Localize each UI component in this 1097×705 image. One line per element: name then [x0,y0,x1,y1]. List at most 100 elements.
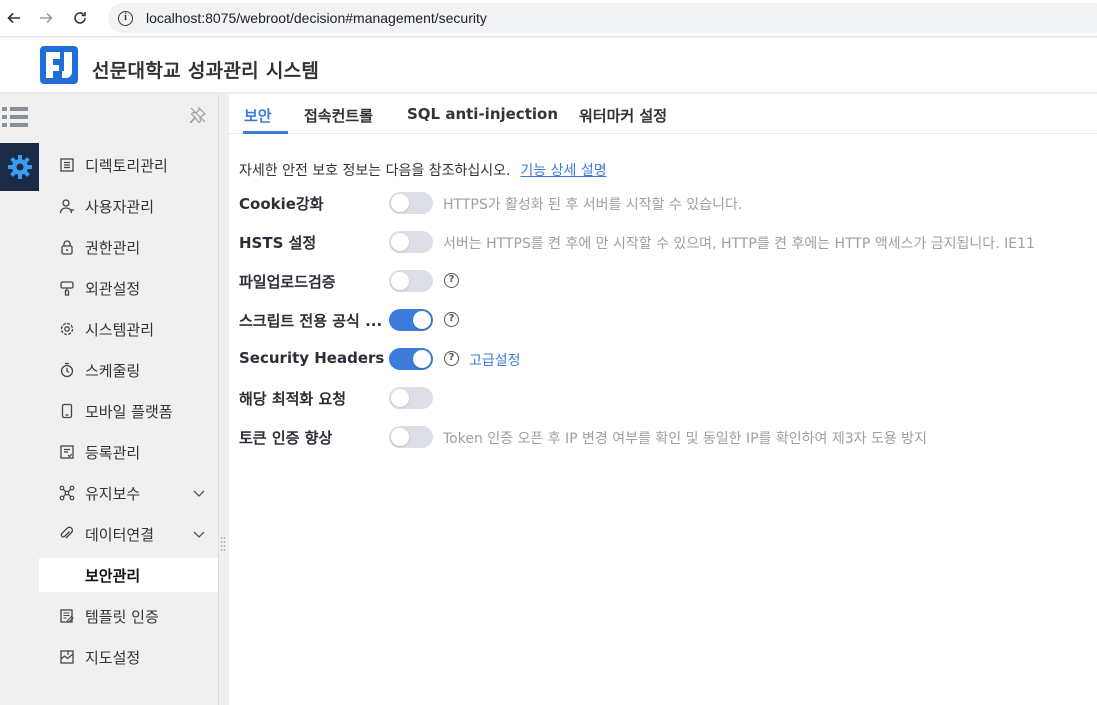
request-optimization-toggle[interactable] [389,387,433,409]
tab-watermark-settings[interactable]: 워터마커 설정 [579,105,667,126]
reload-button[interactable] [66,4,94,32]
arrow-right-icon [40,12,53,24]
mobile-icon [61,403,73,419]
sidebar-item-scheduling[interactable]: 스케줄링 [39,353,218,387]
rail-management-button[interactable] [0,143,39,191]
sidebar-item-label: 데이터연결 [85,525,155,544]
map-icon [60,650,74,664]
chevron-down-icon[interactable] [192,527,206,541]
help-icon[interactable]: ? [444,312,459,327]
resize-handle[interactable] [220,536,226,552]
sidebar-item-label: 디렉토리관리 [85,156,168,175]
tab-security[interactable]: 보안 [244,105,272,126]
sidebar-item-registration[interactable]: 등록관리 [39,435,218,469]
setting-label: 파일업로드검증 [239,273,336,291]
setting-label: Security Headers [239,349,385,367]
url-text[interactable]: localhost:8075/webroot/decision#manageme… [146,10,487,26]
setting-row-cookie: Cookie강화 HTTPS가 활성화 된 후 서버를 시작할 수 있습니다. [239,191,1097,215]
security-headers-toggle[interactable] [389,348,433,370]
pin-icon[interactable] [189,106,207,124]
app-logo-icon [40,46,78,84]
toggle-knob [391,428,409,446]
setting-hint: 서버는 HTTPS를 켠 후에 만 시작할 수 있으며, HTTP를 켠 후에는… [443,236,1035,252]
directory-icon [60,158,74,172]
sidebar-item-label: 지도설정 [85,648,141,667]
token-auth-toggle[interactable] [389,426,433,448]
setting-row-script: 스크립트 전용 공식 ... ? [239,308,1097,332]
lock-icon [61,240,73,255]
feature-details-link[interactable]: 기능 상세 설명 [520,163,606,179]
setting-label: 해당 최적화 요청 [239,390,347,408]
setting-row-file-upload: 파일업로드검증 ? [239,269,1097,293]
info-icon[interactable]: i [118,10,133,26]
setting-hint: HTTPS가 활성화 된 후 서버를 시작할 수 있습니다. [443,197,743,213]
chevron-down-icon[interactable] [192,486,206,500]
advanced-settings-link[interactable]: 고급설정 [469,350,521,370]
sidebar-item-label: 사용자관리 [85,197,155,216]
reload-icon [74,12,86,24]
sidebar-item-label: 유지보수 [85,484,141,503]
sidebar-item-mobile[interactable]: 모바일 플랫폼 [39,394,218,428]
gear-icon [60,322,74,336]
help-icon[interactable]: ? [444,351,459,366]
forward-button[interactable] [32,4,60,32]
help-icon[interactable]: ? [444,273,459,288]
gear-icon [7,155,32,179]
link-icon [60,526,74,539]
script-toggle[interactable] [389,309,433,331]
sidebar-item-directory[interactable]: 디렉토리관리 [39,148,218,182]
app-title: 선문대학교 성과관리 시스템 [92,60,320,82]
sidebar-item-label: 보안관리 [85,566,141,585]
sidebar-item-label: 외관설정 [85,279,141,298]
toggle-knob [391,389,409,407]
intro-text: 자세한 안전 보호 정보는 다음을 참조하십시오. 기능 상세 설명 [239,160,607,180]
toggle-knob [391,272,409,290]
clock-icon [60,362,74,378]
setting-row-hsts: HSTS 설정 서버는 HTTPS를 켠 후에 만 시작할 수 있으며, HTT… [239,230,1097,254]
user-icon [59,199,74,214]
setting-label: 토큰 인증 향상 [239,429,333,447]
sidebar-item-label: 권한관리 [85,238,141,257]
toggle-knob [413,350,431,368]
template-icon [60,609,74,623]
sidebar-item-permissions[interactable]: 권한관리 [39,230,218,264]
sidebar-item-system[interactable]: 시스템관리 [39,312,218,346]
sidebar-item-maintenance[interactable]: 유지보수 [39,476,218,510]
sidebar-item-label: 템플릿 인증 [85,607,159,626]
sidebar: 디렉토리관리 사용자관리 권한관리 외관설정 시스템관리 스케줄링 모바일 플랫… [39,94,219,705]
setting-row-request-optimization: 해당 최적화 요청 [239,386,1097,410]
sidebar-item-data-connection[interactable]: 데이터연결 [39,517,218,551]
sidebar-item-appearance[interactable]: 외관설정 [39,271,218,305]
toggle-knob [391,194,409,212]
tab-bar: 보안 접속컨트롤 SQL anti-injection 워터마커 설정 [229,94,1097,134]
setting-label: Cookie강화 [239,195,324,213]
network-icon [59,485,75,501]
sidebar-item-label: 등록관리 [85,443,141,462]
setting-label: HSTS 설정 [239,234,317,252]
toggle-knob [413,311,431,329]
setting-row-token-auth: 토큰 인증 향상 Token 인증 오픈 후 IP 변경 여부를 확인 및 동일… [239,425,1097,449]
sidebar-item-template-auth[interactable]: 템플릿 인증 [39,599,218,633]
tab-access-control[interactable]: 접속컨트롤 [304,105,373,126]
setting-label: 스크립트 전용 공식 ... [239,312,383,330]
active-tab-indicator [243,131,288,134]
sidebar-item-users[interactable]: 사용자관리 [39,189,218,223]
intro-message: 자세한 안전 보호 정보는 다음을 참조하십시오. [239,163,511,179]
file-upload-toggle[interactable] [389,270,433,292]
app-header: 선문대학교 성과관리 시스템 [0,38,1097,93]
toggle-knob [391,233,409,251]
cookie-toggle[interactable] [389,192,433,214]
hsts-toggle[interactable] [389,231,433,253]
browser-toolbar: i localhost:8075/webroot/decision#manage… [0,0,1097,37]
list-menu-icon[interactable] [2,106,28,128]
sidebar-item-label: 시스템관리 [85,320,155,339]
address-bar[interactable]: i localhost:8075/webroot/decision#manage… [108,3,1097,33]
back-button[interactable] [0,4,28,32]
tab-sql-anti-injection[interactable]: SQL anti-injection [407,105,558,123]
sidebar-item-security[interactable]: 보안관리 [39,558,218,592]
security-panel: 보안 접속컨트롤 SQL anti-injection 워터마커 설정 자세한 … [229,94,1097,705]
sidebar-item-label: 모바일 플랫폼 [85,402,173,421]
setting-hint: Token 인증 오픈 후 IP 변경 여부를 확인 및 동일한 IP를 확인하… [443,431,927,447]
icon-rail [0,94,39,705]
sidebar-item-map-settings[interactable]: 지도설정 [39,640,218,674]
